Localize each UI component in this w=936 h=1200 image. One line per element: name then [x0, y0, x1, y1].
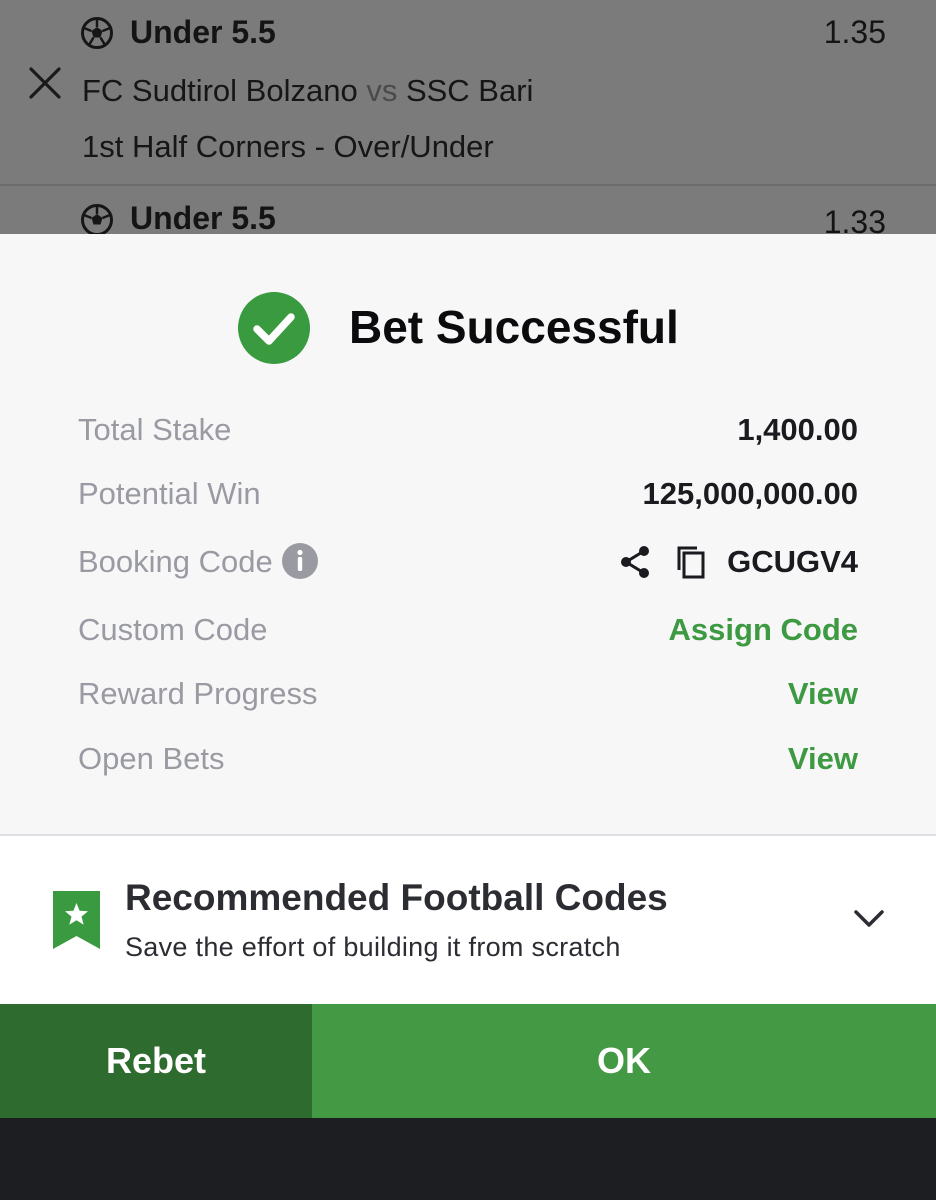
bet-success-sheet: Bet Successful Total Stake 1,400.00 Pote… — [0, 234, 936, 1004]
soccer-ball-icon — [81, 204, 113, 234]
booking-code-row: Booking Code GCUGV4 — [78, 539, 858, 585]
chevron-down-icon[interactable] — [851, 906, 887, 930]
market-name: 1st Half Corners - Over/Under — [82, 129, 494, 164]
selection-pick: Under 5.5 — [130, 14, 276, 50]
rebet-button[interactable]: Rebet — [0, 1004, 312, 1118]
booking-code-label: Booking Code — [78, 544, 273, 579]
selection-odds: 1.33 — [823, 204, 886, 234]
close-icon[interactable] — [28, 66, 62, 100]
recommended-title: Recommended Football Codes — [125, 877, 668, 918]
reward-progress-label: Reward Progress — [78, 676, 318, 711]
custom-code-row: Custom Code Assign Code — [78, 607, 858, 653]
potential-win-value: 125,000,000.00 — [642, 476, 859, 511]
booking-code-value: GCUGV4 — [727, 544, 858, 579]
share-icon[interactable] — [617, 544, 653, 580]
selection-odds: 1.35 — [823, 14, 886, 50]
reward-progress-view-link[interactable]: View — [788, 671, 858, 717]
reward-progress-row: Reward Progress View — [78, 671, 858, 717]
check-circle-icon — [238, 292, 310, 364]
assign-code-link[interactable]: Assign Code — [669, 607, 858, 653]
vs-label: vs — [366, 73, 398, 108]
total-stake-label: Total Stake — [78, 412, 232, 447]
page-title: Bet Successful — [349, 301, 679, 353]
bookmark-star-icon — [53, 891, 100, 949]
ok-button[interactable]: OK — [312, 1004, 936, 1118]
copy-icon[interactable] — [673, 544, 709, 580]
recommended-subtitle: Save the effort of building it from scra… — [125, 932, 621, 962]
booking-code-label-wrap: Booking Code — [78, 539, 319, 585]
bet-selection: Under 5.5 1.33 — [0, 186, 936, 234]
betslip-background: Under 5.5 1.35 FC Sudtirol Bolzano vs SS… — [0, 0, 936, 234]
total-stake-value: 1,400.00 — [737, 412, 858, 447]
booking-code-actions: GCUGV4 — [617, 539, 858, 585]
info-icon[interactable] — [281, 542, 319, 580]
bet-selection: Under 5.5 1.35 FC Sudtirol Bolzano vs SS… — [0, 0, 936, 186]
selection-pick: Under 5.5 — [130, 200, 276, 234]
home-team: FC Sudtirol Bolzano — [82, 73, 358, 108]
potential-win-label: Potential Win — [78, 476, 261, 511]
soccer-ball-icon — [81, 17, 113, 49]
open-bets-label: Open Bets — [78, 741, 225, 776]
match-name: FC Sudtirol Bolzano vs SSC Bari — [82, 73, 533, 109]
bottom-bar — [0, 1118, 936, 1200]
open-bets-view-link[interactable]: View — [788, 736, 858, 782]
away-team: SSC Bari — [405, 73, 534, 108]
total-stake-row: Total Stake 1,400.00 — [78, 407, 858, 453]
potential-win-row: Potential Win 125,000,000.00 — [78, 471, 858, 517]
custom-code-label: Custom Code — [78, 612, 268, 647]
recommended-codes-panel[interactable]: Recommended Football Codes Save the effo… — [0, 836, 936, 1004]
open-bets-row: Open Bets View — [78, 736, 858, 782]
